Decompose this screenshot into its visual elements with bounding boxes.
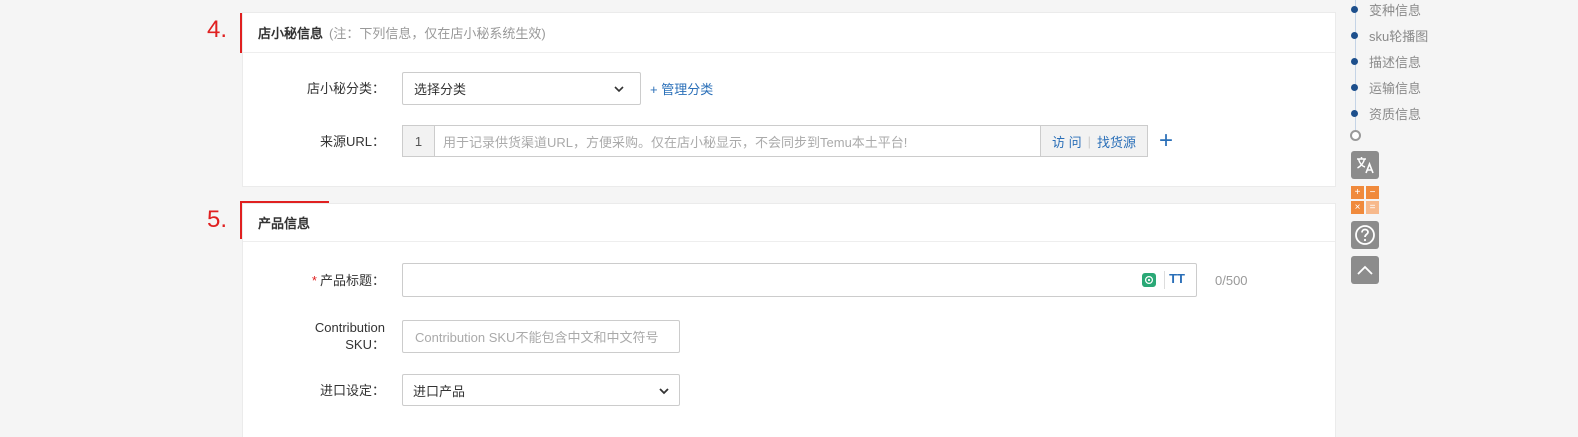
section-title: 店小秘信息 [258, 26, 324, 41]
actions-separator: | [1087, 133, 1091, 149]
required-mark: * [311, 272, 317, 288]
source-url-group: 1 用于记录供货渠道URL，方便采购。仅在店小秘显示，不会同步到Temu本土平台… [402, 125, 1148, 157]
product-info-header: 产品信息 [243, 204, 1335, 242]
ai-icon[interactable] [1142, 273, 1156, 287]
manage-category-link[interactable]: + 管理分类 [650, 79, 713, 98]
chevron-down-icon [659, 383, 669, 398]
help-icon[interactable] [1351, 221, 1379, 249]
category-select[interactable]: 选择分类 [402, 72, 641, 105]
source-url-label: 来源URL： [319, 133, 385, 149]
contribution-sku-input[interactable]: Contribution SKU不能包含中文和中文符号 [402, 319, 680, 353]
dxm-info-card: 店小秘信息 (注：下列信息，仅在店小秘系统生效) 店小秘分类： 选择分类 + 管… [242, 12, 1336, 187]
translate-icon[interactable] [1351, 151, 1379, 179]
nav-item-qualification[interactable]: 资质信息 [1351, 104, 1421, 123]
nav-dot [1351, 6, 1358, 13]
calculator-icon[interactable]: + − × = [1351, 186, 1379, 214]
contribution-sku-row: Contribution SKU： Contribution SKU不能包含中文… [243, 319, 1335, 353]
step-number-5: 5. [207, 206, 228, 233]
add-url-button[interactable]: + [1159, 129, 1173, 153]
category-select-value: 选择分类 [414, 82, 467, 97]
nav-dot [1351, 84, 1358, 91]
product-title-label: * 产品标题： [311, 272, 385, 288]
source-url-row: 来源URL： 1 用于记录供货渠道URL，方便采购。仅在店小秘显示，不会同步到T… [243, 125, 1335, 157]
category-row: 店小秘分类： 选择分类 + 管理分类 [243, 72, 1335, 105]
section-note: (注：下列信息，仅在店小秘系统生效) [329, 26, 546, 41]
import-setting-select[interactable]: 进口产品 [402, 374, 680, 406]
contribution-sku-label: Contribution SKU： [314, 320, 385, 352]
import-setting-value: 进口产品 [413, 383, 466, 399]
nav-item-variants[interactable]: 变种信息 [1351, 0, 1421, 19]
import-setting-row: 进口设定： 进口产品 [243, 374, 1335, 406]
title-char-counter: 0/500 [1215, 272, 1248, 288]
source-url-actions: 访 问 | 找货源 [1040, 126, 1147, 156]
find-source-button[interactable]: 找货源 [1097, 132, 1136, 151]
step-number-4: 4. [207, 16, 228, 43]
nav-item-shipping[interactable]: 运输信息 [1351, 78, 1421, 97]
nav-dot [1351, 110, 1358, 117]
source-url-input[interactable]: 用于记录供货渠道URL，方便采购。仅在店小秘显示，不会同步到Temu本土平台! [435, 126, 1040, 156]
nav-item-description[interactable]: 描述信息 [1351, 52, 1421, 71]
product-title-row: * 产品标题： TT 0/500 [243, 263, 1335, 297]
category-label: 店小秘分类： [306, 81, 385, 96]
nav-item-sku-images[interactable]: sku轮播图 [1351, 26, 1428, 45]
nav-dot [1351, 58, 1358, 65]
title-tools-separator [1164, 271, 1165, 289]
product-title-input[interactable]: TT [402, 263, 1197, 297]
nav-end-ring [1350, 130, 1361, 141]
section-title: 产品信息 [258, 216, 311, 231]
back-to-top-icon[interactable] [1351, 256, 1379, 284]
source-url-index: 1 [403, 126, 435, 156]
product-info-card: 产品信息 * 产品标题： TT 0/500 Contribution SKU： C… [242, 203, 1336, 437]
dxm-info-header: 店小秘信息 (注：下列信息，仅在店小秘系统生效) [243, 13, 1335, 53]
visit-button[interactable]: 访 问 [1052, 132, 1082, 151]
import-setting-label: 进口设定： [319, 382, 385, 398]
text-case-icon[interactable]: TT [1169, 271, 1185, 286]
nav-dot [1351, 32, 1358, 39]
chevron-down-icon [614, 81, 624, 96]
